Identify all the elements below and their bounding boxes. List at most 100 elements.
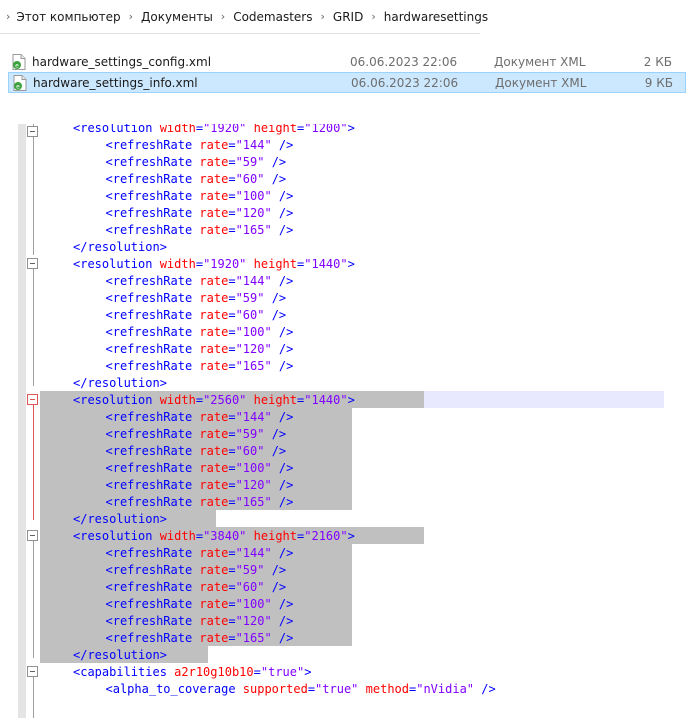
code-line[interactable]: <refreshRate rate="165" /> — [106, 358, 294, 375]
code-line[interactable]: <refreshRate rate="60" /> — [106, 171, 287, 188]
file-row-config[interactable]: e hardware_settings_config.xml 06.06.202… — [8, 51, 686, 72]
code-line[interactable]: <refreshRate rate="144" /> — [106, 273, 294, 290]
code-line[interactable]: </resolution> — [73, 239, 167, 256]
code-line[interactable]: <refreshRate rate="59" /> — [106, 562, 287, 579]
fold-toggle-icon[interactable] — [27, 126, 38, 137]
xml-value: "59" — [235, 291, 265, 305]
code-line[interactable]: <resolution width="1920" height="1200"> — [73, 124, 355, 137]
code-line[interactable]: <resolution width="1920" height="1440"> — [73, 256, 355, 273]
file-row-info-selected[interactable]: e hardware_settings_info.xml 06.06.2023 … — [8, 72, 686, 93]
code-line[interactable]: <refreshRate rate="165" /> — [106, 222, 294, 239]
fold-toggle-icon[interactable] — [27, 530, 38, 541]
xml-attribute: a2r10g10b10 — [174, 665, 254, 679]
xml-attribute: rate — [199, 597, 229, 611]
xml-tag — [246, 393, 253, 407]
chevron-right-icon[interactable]: › — [321, 10, 325, 23]
code-line[interactable]: <refreshRate rate="144" /> — [106, 137, 294, 154]
xml-tag: <refreshRate — [105, 308, 200, 322]
file-type: Документ XML — [494, 54, 586, 69]
xml-value: "59" — [235, 155, 265, 169]
xml-tag: <resolution — [73, 257, 160, 271]
xml-attribute: rate — [199, 444, 229, 458]
xml-attribute: rate — [199, 155, 229, 169]
xml-attribute: rate — [199, 546, 229, 560]
chevron-right-icon[interactable]: › — [6, 10, 10, 23]
xml-attribute: rate — [199, 138, 229, 152]
code-line[interactable]: <refreshRate rate="165" /> — [106, 494, 294, 511]
xml-attribute: height — [253, 124, 298, 135]
code-line[interactable]: </resolution> — [73, 647, 167, 664]
xml-tag: > — [347, 393, 355, 407]
xml-tag: = — [228, 410, 236, 424]
xml-value: "60" — [235, 444, 265, 458]
breadcrumb-item-grid[interactable]: GRID — [333, 10, 363, 24]
fold-toggle-icon[interactable] — [27, 666, 38, 677]
code-line[interactable]: <resolution width="3840" height="2160"> — [73, 528, 355, 545]
xml-tag — [246, 529, 253, 543]
file-name: hardware_settings_info.xml — [33, 75, 198, 90]
xml-value: "60" — [235, 172, 265, 186]
fold-guide-active — [33, 403, 34, 520]
code-line[interactable]: <refreshRate rate="120" /> — [106, 613, 294, 630]
code-line[interactable]: <refreshRate rate="120" /> — [106, 477, 294, 494]
chevron-right-icon[interactable]: › — [371, 10, 375, 23]
code-line[interactable]: <refreshRate rate="100" /> — [106, 324, 294, 341]
xml-tag: = — [228, 359, 236, 373]
breadcrumb-item-documents[interactable]: Документы — [141, 10, 213, 24]
code-line[interactable]: </resolution> — [73, 511, 167, 528]
code-line[interactable]: <refreshRate rate="59" /> — [106, 290, 287, 307]
code-line[interactable]: <refreshRate rate="100" /> — [106, 188, 294, 205]
code-line[interactable]: <refreshRate rate="100" /> — [106, 596, 294, 613]
xml-tag: <refreshRate — [105, 155, 200, 169]
breadcrumb-item-this-pc[interactable]: Этот компьютер — [16, 10, 120, 24]
xml-tag: <refreshRate — [105, 495, 200, 509]
xml-value: "120" — [235, 206, 272, 220]
xml-value: "1440" — [304, 257, 348, 271]
xml-tag: /> — [264, 155, 287, 169]
xml-tag: <refreshRate — [105, 138, 200, 152]
code-line[interactable]: <capabilities a2r10g10b10="true"> — [73, 664, 311, 681]
code-line[interactable]: <alpha_to_coverage supported="true" meth… — [106, 681, 496, 698]
code-line[interactable]: <refreshRate rate="60" /> — [106, 307, 287, 324]
xml-value: "59" — [235, 427, 265, 441]
code-line[interactable]: <refreshRate rate="120" /> — [106, 205, 294, 222]
xml-attribute: rate — [199, 359, 229, 373]
xml-attribute: method — [365, 682, 409, 696]
code-line[interactable]: <refreshRate rate="144" /> — [106, 545, 294, 562]
chevron-right-icon[interactable]: › — [221, 10, 225, 23]
xml-value: "nVidia" — [416, 682, 475, 696]
svg-text:e: e — [16, 83, 20, 90]
xml-editor[interactable]: <resolution width="1920" height="1200"> <… — [0, 124, 698, 718]
fold-toggle-icon[interactable] — [27, 258, 38, 269]
code-line[interactable]: <refreshRate rate="120" /> — [106, 341, 294, 358]
code-line[interactable]: </resolution> — [73, 375, 167, 392]
xml-tag: <refreshRate — [105, 546, 200, 560]
code-line[interactable]: <refreshRate rate="60" /> — [106, 443, 287, 460]
xml-tag: = — [195, 124, 204, 135]
code-line[interactable]: <refreshRate rate="59" /> — [106, 154, 287, 171]
xml-tag: /> — [271, 342, 294, 356]
xml-tag: = — [195, 529, 204, 543]
breadcrumb-item-hardwaresettings[interactable]: hardwaresettings — [384, 10, 488, 24]
fold-toggle-icon[interactable] — [27, 394, 38, 405]
xml-tag: <refreshRate — [105, 461, 200, 475]
xml-tag: /> — [271, 206, 294, 220]
xml-tag: /> — [271, 138, 294, 152]
xml-tag: = — [228, 223, 236, 237]
code-line[interactable]: <refreshRate rate="100" /> — [106, 460, 294, 477]
xml-value: "59" — [235, 563, 265, 577]
code-line[interactable]: <refreshRate rate="144" /> — [106, 409, 294, 426]
code-line[interactable]: <refreshRate rate="59" /> — [106, 426, 287, 443]
chevron-right-icon[interactable]: › — [129, 10, 133, 23]
breadcrumb-item-codemasters[interactable]: Codemasters — [233, 10, 312, 24]
xml-tag: = — [228, 461, 236, 475]
xml-tag — [246, 124, 253, 135]
xml-tag: /> — [264, 580, 287, 594]
code-line[interactable]: <refreshRate rate="60" /> — [106, 579, 287, 596]
code-line[interactable]: <refreshRate rate="165" /> — [106, 630, 294, 647]
file-size: 2 КБ — [643, 54, 672, 69]
xml-attribute: width — [159, 393, 196, 407]
xml-tag: <alpha_to_coverage — [105, 682, 243, 696]
code-line[interactable]: <resolution width="2560" height="1440"> — [73, 392, 355, 409]
xml-attribute: rate — [199, 189, 229, 203]
